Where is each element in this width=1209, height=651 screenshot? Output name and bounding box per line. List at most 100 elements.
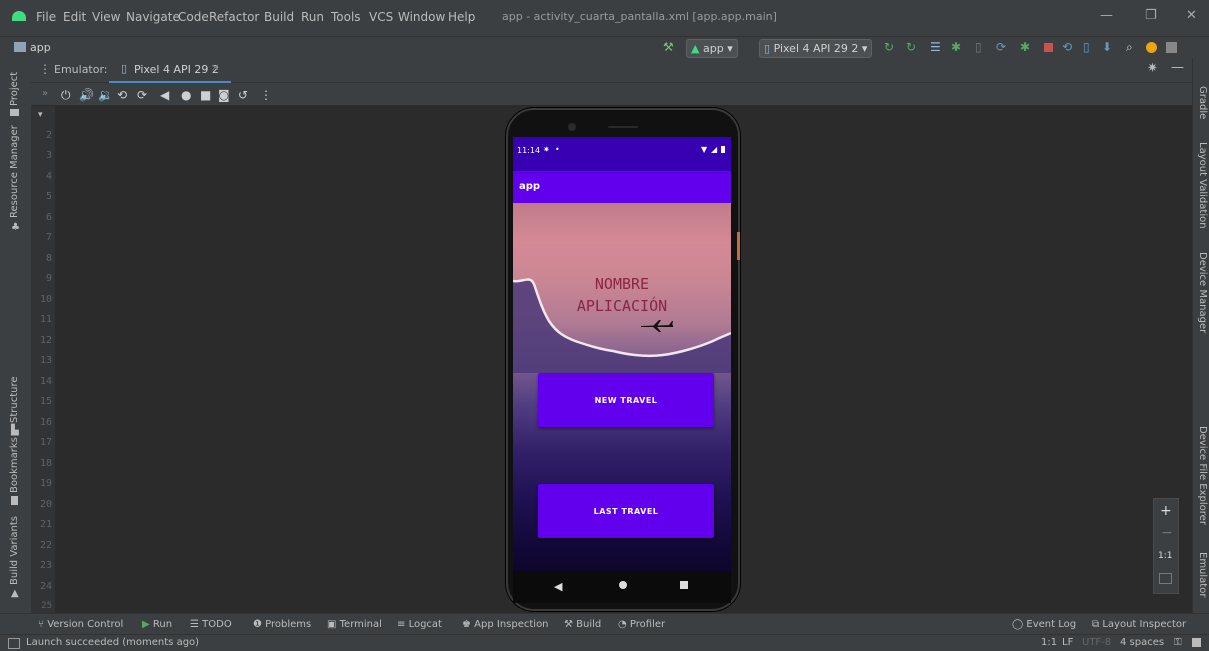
menu-vcs[interactable]: VCS [369,10,393,24]
tab-project[interactable]: Project [9,72,20,106]
coverage-icon[interactable]: ☰ [930,40,941,54]
menu-edit[interactable]: Edit [63,10,86,24]
tab-device-manager[interactable]: Device Manager [1197,252,1208,333]
menu-tools[interactable]: Tools [331,10,361,24]
restore-icon[interactable]: ❐ [1145,8,1157,23]
more-icon[interactable]: ⋮ [260,88,272,102]
app-inspection-icon: ♚ [462,619,475,630]
screenshot-icon[interactable]: ◙ [218,88,230,102]
logcat-tool[interactable]: ≡ Logcat [397,619,442,630]
version-control-tool[interactable]: ⑂ Version Control [38,619,123,630]
profiler-tool[interactable]: ◔ Profiler [618,619,665,630]
navigation-bar: app ⚒ ▲ app ▾ ▯ Pixel 4 API 29 2 ▾ ↻ ↻ ☰… [0,36,1209,60]
app-inspection-tool[interactable]: ♚ App Inspection [462,619,549,630]
android-studio-logo-icon [12,11,26,21]
tab-build-variants[interactable]: Build Variants [9,516,20,585]
back-icon[interactable]: ◀ [160,88,169,102]
debug-icon[interactable]: ✱ [951,40,961,54]
profile-icon[interactable]: ⟳ [996,40,1006,54]
menu-navigate[interactable]: Navigate [126,10,180,24]
expand-icon[interactable]: » [42,88,48,99]
home-icon[interactable]: ● [181,88,191,102]
status-message[interactable]: Launch succeeded (moments ago) [26,637,199,648]
menu-file[interactable]: File [36,10,56,24]
close-icon[interactable]: ✕ [1186,8,1197,23]
device-dropdown[interactable]: ▯ Pixel 4 API 29 2 ▾ [759,39,873,58]
zoom-in-button[interactable]: + [1160,503,1172,519]
menu-code[interactable]: Code [178,10,209,24]
git-icon[interactable]: ⚿ [1174,637,1182,648]
apply-changes-icon[interactable]: ↻ [884,40,894,54]
tab-bookmarks[interactable]: Bookmarks [9,437,20,493]
sdk-manager-icon[interactable]: ⬇ [1102,40,1112,54]
tab-emulator[interactable]: Emulator [1197,552,1208,597]
profiler-icon: ◔ [618,619,630,630]
menu-refactor[interactable]: Refactor [209,10,259,24]
nav-back-icon[interactable]: ◀ [554,580,562,593]
sync-gradle-icon[interactable]: ⟲ [1062,40,1072,54]
search-icon[interactable]: ⌕ [1126,40,1133,54]
rotate-left-icon[interactable]: ⟲ [117,88,127,102]
tab-resource-manager[interactable]: Resource Manager [9,125,20,218]
caret-position[interactable]: 1:1 [1041,637,1057,648]
nav-overview-icon[interactable] [680,581,688,589]
problems-tool[interactable]: ❶ Problems [253,619,311,630]
settings-gear-icon[interactable]: ✷ [1147,61,1158,76]
menu-view[interactable]: View [92,10,120,24]
rotate-right-icon[interactable]: ⟳ [137,88,147,102]
volume-up-icon[interactable]: 🔊 [79,88,94,102]
window-title: app - activity_cuarta_pantalla.xml [app.… [502,10,777,23]
power-icon[interactable]: ⏻ [61,88,71,103]
menu-run[interactable]: Run [301,10,324,24]
event-log-tool[interactable]: ◯ Event Log [1012,619,1076,630]
file-encoding[interactable]: UTF-8 [1082,637,1111,648]
phone-screen[interactable]: 11:14 ✷ • ▼ ◢ app NOMBRE APLICACIÓN NEW … [513,137,731,603]
tab-gradle[interactable]: Gradle [1197,86,1208,119]
todo-icon: ☰ [190,619,203,630]
run-tests-icon[interactable]: ✱ [1020,40,1030,54]
terminal-tool[interactable]: ▣ Terminal [327,619,382,630]
zoom-fit-icon[interactable] [1159,573,1172,584]
emulator-device-tab[interactable]: ▯ Pixel 4 API 29 2 ✕ [109,58,231,83]
tab-layout-validation[interactable]: Layout Validation [1197,142,1208,229]
snapshot-icon[interactable]: ↺ [238,88,248,102]
line-separator[interactable]: LF [1062,637,1073,648]
stop-icon[interactable] [1044,43,1053,52]
hide-panel-icon[interactable]: — [1171,60,1184,75]
minimize-icon[interactable]: — [1100,8,1113,23]
avd-manager-icon[interactable]: ▯ [1083,40,1090,54]
more-options-icon[interactable]: ⋮ [39,62,51,76]
menu-help[interactable]: Help [448,10,475,24]
tab-device-file-explorer[interactable]: Device File Explorer [1197,426,1208,525]
project-breadcrumb[interactable]: app [30,41,51,54]
layout-inspector-tool[interactable]: ⧉ Layout Inspector [1092,619,1186,630]
tab-close-icon[interactable]: ✕ [211,63,219,74]
tab-structure[interactable]: Structure [9,376,20,423]
account-icon[interactable] [1166,42,1177,53]
run-tool[interactable]: ▶ Run [142,619,172,630]
last-travel-button[interactable]: LAST TRAVEL [538,484,714,538]
attach-debugger-icon[interactable]: ▯ [975,40,982,54]
hammer-icon[interactable]: ⚒ [663,40,674,54]
volume-down-icon[interactable]: 🔉 [98,88,113,102]
todo-tool[interactable]: ☰ TODO [190,619,232,630]
menu-build[interactable]: Build [264,10,294,24]
run-config-dropdown[interactable]: ▲ app ▾ [686,39,738,58]
nav-home-icon[interactable] [619,581,627,589]
memory-indicator-icon[interactable] [1192,638,1201,647]
indent-setting[interactable]: 4 spaces [1120,637,1164,648]
menu-window[interactable]: Window [398,10,445,24]
update-icon[interactable] [1146,42,1157,53]
build-tool[interactable]: ⚒ Build [564,619,601,630]
collapse-chevron-icon[interactable]: ▾ [38,110,43,120]
new-travel-button[interactable]: NEW TRAVEL [538,373,714,427]
power-button[interactable] [737,232,740,260]
profiler-label: Profiler [629,619,666,630]
apply-code-changes-icon[interactable]: ↻ [906,40,916,54]
overview-icon[interactable]: ■ [200,88,211,102]
settings-notification-icon: ✷ [543,145,550,154]
battery-icon [721,146,725,153]
zoom-out-button[interactable]: − [1161,525,1173,541]
status-panel-icon[interactable] [8,638,20,649]
zoom-actual-size-button[interactable]: 1:1 [1158,551,1172,561]
